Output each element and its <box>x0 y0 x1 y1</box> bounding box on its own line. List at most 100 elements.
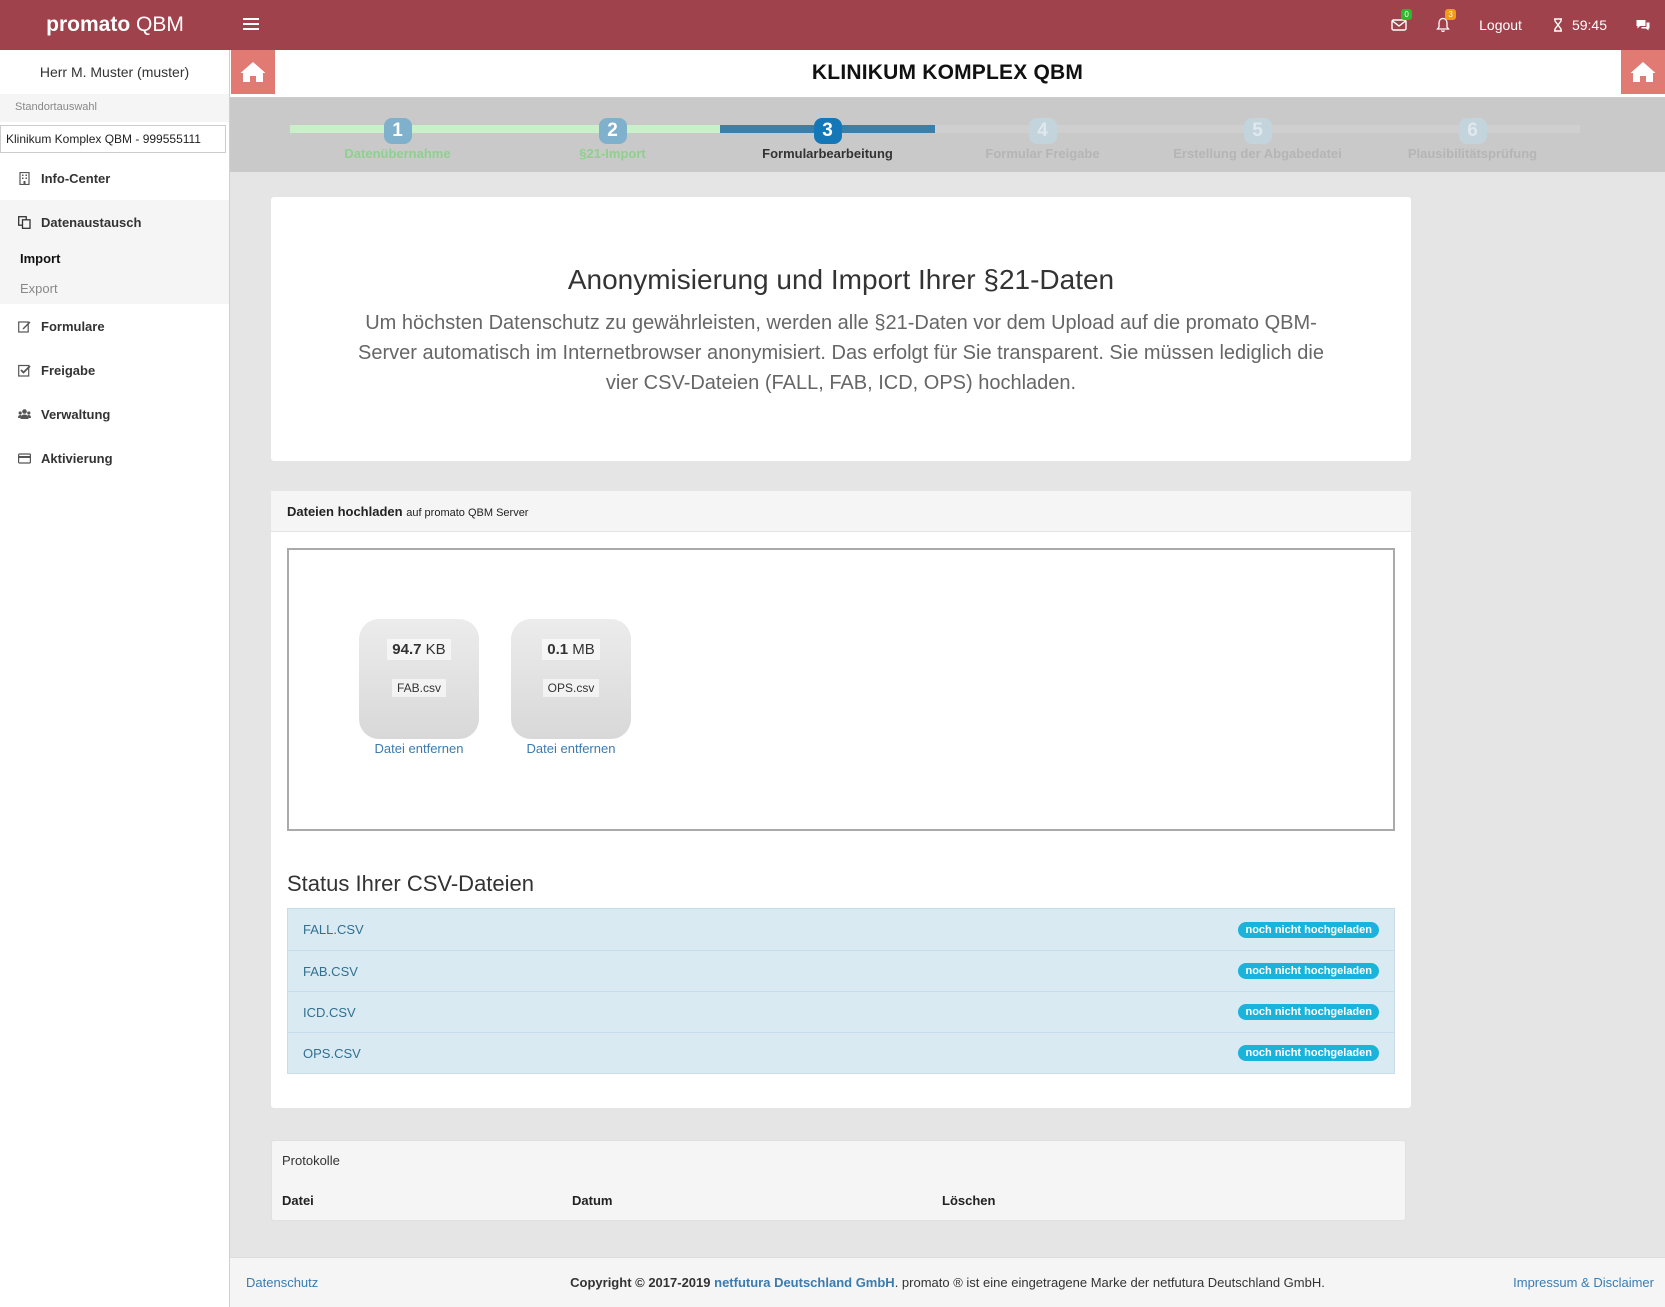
intro-text: Um höchsten Datenschutz zu gewährleisten… <box>358 312 1324 394</box>
remove-file-link[interactable]: Datei entfernen <box>359 741 479 756</box>
wizard-step-label: Plausibilitätsprüfung <box>1407 146 1538 161</box>
impressum-link[interactable]: Impressum & Disclaimer <box>1513 1258 1654 1307</box>
credit-card-icon <box>18 452 31 464</box>
logout-link[interactable]: Logout <box>1465 0 1536 50</box>
sidebar-item-label: Datenaustausch <box>41 214 142 230</box>
sidebar-item-label: Info-Center <box>41 170 111 186</box>
sidebar-item-aktivierung[interactable]: Aktivierung <box>0 436 229 480</box>
check-square-icon <box>18 364 31 377</box>
sidebar: Herr M. Muster (muster) Standortauswahl … <box>0 50 230 1307</box>
upload-panel-header: Dateien hochladen auf promato QBM Server <box>271 491 1411 532</box>
sidebar-subitem-import[interactable]: Import <box>0 244 229 274</box>
wizard-step-number: 3 <box>813 118 842 144</box>
intro-panel: Anonymisierung und Import Ihrer §21-Date… <box>271 197 1411 461</box>
copy-icon <box>18 215 31 229</box>
top-navbar: promato QBM 0 3 Logout 59:45 <box>0 0 1665 50</box>
top-right-menu: 0 3 Logout 59:45 <box>1377 0 1665 50</box>
home-icon <box>240 62 266 82</box>
file-size: 94.7 KB <box>359 639 479 660</box>
wizard-step-label: Datenübernahme <box>344 146 451 161</box>
wizard-step-label: Formularbearbeitung <box>762 146 893 161</box>
wizard-step-label: Formular Freigabe <box>985 146 1100 161</box>
users-icon <box>18 408 31 419</box>
chat-icon <box>1636 20 1650 31</box>
messages-count-badge: 0 <box>1401 9 1413 20</box>
chat-button[interactable] <box>1621 0 1665 50</box>
home-button-left[interactable] <box>231 50 275 94</box>
intro-title: Anonymisierung und Import Ihrer §21-Date… <box>567 264 1115 295</box>
file-preview: 94.7 KB FAB.csv Datei entfernen <box>359 619 479 756</box>
edit-icon <box>18 320 31 333</box>
upload-title: Dateien hochladen <box>287 504 403 519</box>
page-header: KLINIKUM KOMPLEX QBM <box>230 50 1665 98</box>
sidebar-item-datenaustausch[interactable]: Datenaustausch <box>0 200 229 244</box>
remove-file-link[interactable]: Datei entfernen <box>511 741 631 756</box>
datenschutz-link[interactable]: Datenschutz <box>246 1258 318 1307</box>
wizard-step-2[interactable]: 2 §21-Import <box>505 108 720 168</box>
session-timer: 59:45 <box>1536 0 1621 50</box>
status-row: FAB.CSV noch nicht hochgeladen <box>288 950 1394 991</box>
file-dropzone[interactable]: 94.7 KB FAB.csv Datei entfernen 0.1 MB O… <box>287 548 1395 831</box>
wizard-step-4[interactable]: 4 Formular Freigabe <box>935 108 1150 168</box>
file-thumbnail: 94.7 KB FAB.csv <box>359 619 479 739</box>
status-list: FALL.CSV noch nicht hochgeladen FAB.CSV … <box>287 908 1395 1074</box>
status-badge: noch nicht hochgeladen <box>1238 963 1379 979</box>
column-header-datei: Datei <box>282 1193 314 1208</box>
notifications-count-badge: 3 <box>1445 9 1457 20</box>
file-size: 0.1 MB <box>511 639 631 660</box>
notifications-button[interactable]: 3 <box>1421 0 1465 50</box>
wizard-step-label: Erstellung der Abgabedatei <box>1173 146 1342 161</box>
wizard-step-1[interactable]: 1 Datenübernahme <box>290 108 505 168</box>
wizard-step-number: 2 <box>598 118 627 144</box>
wizard-step-6[interactable]: 6 Plausibilitätsprüfung <box>1365 108 1580 168</box>
menu-toggle-icon[interactable] <box>243 15 259 35</box>
wizard-step-label: §21-Import <box>579 146 646 161</box>
user-name: Herr M. Muster (muster) <box>39 64 190 80</box>
sidebar-group-datenaustausch: Datenaustausch Import Export <box>0 200 229 304</box>
footer: Copyright © 2017-2019 netfutura Deutschl… <box>230 1257 1665 1307</box>
company-link[interactable]: netfutura Deutschland GmbH <box>714 1275 895 1290</box>
wizard-step-5[interactable]: 5 Erstellung der Abgabedatei <box>1150 108 1365 168</box>
status-row: ICD.CSV noch nicht hochgeladen <box>288 991 1394 1032</box>
hourglass-icon <box>1553 18 1562 32</box>
status-row: FALL.CSV noch nicht hochgeladen <box>288 909 1394 950</box>
messages-button[interactable]: 0 <box>1377 0 1421 50</box>
wizard-step-3[interactable]: 3 Formularbearbeitung <box>720 108 935 168</box>
sidebar-item-label: Verwaltung <box>41 406 111 422</box>
page-title: KLINIKUM KOMPLEX QBM <box>811 61 1084 84</box>
status-file-name: FAB.CSV <box>303 963 358 979</box>
upload-subtitle: auf promato QBM Server <box>406 507 529 519</box>
column-header-datum: Datum <box>572 1193 613 1208</box>
sidebar-subitem-export[interactable]: Export <box>0 274 229 304</box>
file-preview: 0.1 MB OPS.csv Datei entfernen <box>511 619 631 756</box>
footer-copyright: Copyright © 2017-2019 netfutura Deutschl… <box>570 1275 1325 1290</box>
home-button-right[interactable] <box>1621 50 1665 94</box>
brand-logo[interactable]: promato QBM <box>0 0 230 50</box>
wizard-step-number: 6 <box>1458 118 1487 144</box>
standort-select[interactable]: Klinikum Komplex QBM - 999555111 <box>0 125 226 153</box>
protokolle-panel: Protokolle Datei Datum Löschen <box>271 1140 1406 1221</box>
status-badge: noch nicht hochgeladen <box>1238 1045 1379 1061</box>
wizard-step-number: 1 <box>383 118 412 144</box>
sidebar-item-verwaltung[interactable]: Verwaltung <box>0 392 229 436</box>
sidebar-item-label: Aktivierung <box>41 450 113 466</box>
upload-panel: Dateien hochladen auf promato QBM Server… <box>271 491 1411 1108</box>
sidebar-item-label: Freigabe <box>41 362 96 378</box>
protokolle-title: Protokolle <box>282 1153 340 1168</box>
file-name: OPS.csv <box>511 679 631 697</box>
sidebar-item-formulare[interactable]: Formulare <box>0 304 229 348</box>
sidebar-item-info-center[interactable]: Info-Center <box>0 156 229 200</box>
status-row: OPS.CSV noch nicht hochgeladen <box>288 1032 1394 1073</box>
building-icon <box>19 171 30 185</box>
status-file-name: FALL.CSV <box>303 922 364 937</box>
file-thumbnail: 0.1 MB OPS.csv <box>511 619 631 739</box>
column-header-loeschen: Löschen <box>942 1193 996 1208</box>
wizard-step-number: 4 <box>1028 118 1057 144</box>
status-file-name: OPS.CSV <box>303 1045 361 1061</box>
status-title: Status Ihrer CSV-Dateien <box>287 871 535 896</box>
status-file-name: ICD.CSV <box>303 1004 356 1020</box>
sidebar-item-freigabe[interactable]: Freigabe <box>0 348 229 392</box>
home-icon <box>1630 62 1656 82</box>
timer-value: 59:45 <box>1571 17 1607 33</box>
status-badge: noch nicht hochgeladen <box>1238 1004 1379 1020</box>
